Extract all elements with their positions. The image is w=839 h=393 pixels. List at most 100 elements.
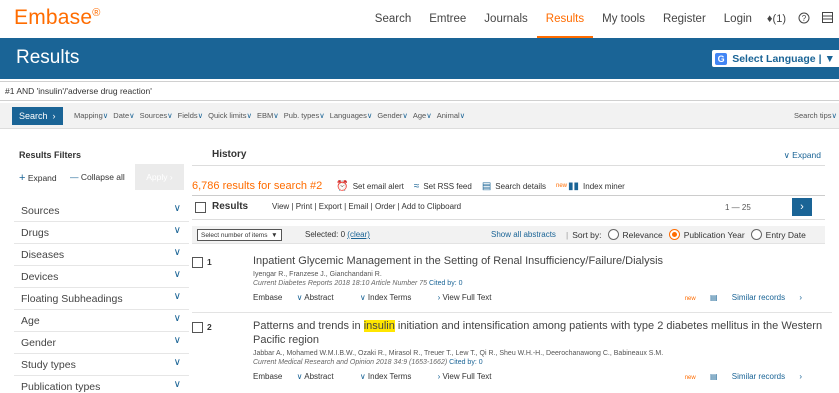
chevron-down-icon: ∨ (173, 357, 181, 368)
history-section: History ∨ Expand (192, 147, 825, 166)
abstract-toggle[interactable]: ∨ Abstract (297, 293, 346, 302)
select-language-label: Select Language (732, 52, 816, 65)
add-to-clipboard-button[interactable]: Add to Clipboard (402, 202, 462, 211)
apply-button[interactable]: Apply › (135, 164, 184, 190)
nav-register[interactable]: Register (654, 0, 715, 38)
result-authors: Iyengar R., Franzese J., Gianchandani R. (253, 271, 382, 278)
clear-selection-link[interactable]: (clear) (347, 230, 370, 239)
cited-by-link[interactable]: Cited by: 0 (449, 359, 482, 366)
filter-gender[interactable]: Gender∨ (377, 111, 408, 120)
select-language-button[interactable]: G Select Language | ▼ (712, 50, 839, 67)
nav-my-tools[interactable]: My tools (593, 0, 654, 38)
order-button[interactable]: Order (375, 202, 395, 211)
nav-search[interactable]: Search (366, 0, 420, 38)
chevron-down-icon: ▼ (824, 52, 835, 65)
facet-floating-subheadings[interactable]: Floating Subheadings ∨ (14, 288, 189, 310)
cited-by-link[interactable]: Cited by: 0 (429, 280, 462, 287)
nav-links: Search Emtree Journals Results My tools … (366, 0, 839, 38)
sort-publication-year-radio[interactable] (668, 229, 680, 240)
search-button[interactable]: Search › (12, 107, 63, 125)
result-number: 1 (207, 257, 212, 267)
facet-diseases[interactable]: Diseases ∨ (14, 244, 189, 266)
bar-chart-icon: ▮▮ (568, 180, 580, 192)
embase-link[interactable]: Embase (253, 293, 282, 302)
facet-age[interactable]: Age ∨ (14, 310, 189, 332)
filter-quick-limits[interactable]: Quick limits∨ (208, 111, 252, 120)
index-miner-button[interactable]: new ▮▮ Index miner (556, 181, 625, 192)
search-toolbar: Search › Mapping∨ Date∨ Sources∨ Fields∨… (0, 103, 839, 129)
filter-ebm[interactable]: EBM∨ (257, 111, 279, 120)
chevron-down-icon: ∨ (173, 379, 181, 390)
search-details-button[interactable]: ▤ Search details (482, 181, 546, 192)
results-filters-title: Results Filters (19, 150, 82, 160)
index-terms-toggle[interactable]: ∨ Index Terms (360, 372, 424, 381)
query-field[interactable]: #1 AND 'insulin'/'adverse drug reaction' (0, 81, 839, 101)
page-header: Results G Select Language | ▼ (0, 38, 839, 79)
view-full-text-link[interactable]: › View Full Text (438, 372, 504, 381)
chevron-down-icon: ∨ (173, 203, 181, 214)
top-navigation: Embase® Search Emtree Journals Results M… (0, 0, 839, 38)
select-all-checkbox[interactable] (195, 202, 206, 213)
search-tips-link[interactable]: Search tips∨ (794, 111, 837, 120)
sort-options: | Sort by: Relevance Publication Year Ent… (566, 229, 806, 240)
view-full-text-link[interactable]: › View Full Text (438, 293, 504, 302)
print-button[interactable]: Print (296, 202, 312, 211)
notifications-button[interactable]: ♦(1) (761, 13, 792, 25)
facet-drugs[interactable]: Drugs ∨ (14, 222, 189, 244)
help-circle-icon[interactable]: ? (792, 12, 816, 27)
filter-animal[interactable]: Animal∨ (437, 111, 465, 120)
filter-date[interactable]: Date∨ (113, 111, 134, 120)
next-page-button[interactable]: › (792, 198, 812, 216)
sort-toolbar: Select number of items ▼ Selected: 0 (cl… (192, 226, 825, 244)
menu-icon[interactable] (816, 12, 839, 26)
sort-relevance-radio[interactable] (607, 229, 619, 240)
show-all-abstracts-link[interactable]: Show all abstracts (491, 230, 556, 239)
index-terms-toggle[interactable]: ∨ Index Terms (360, 293, 424, 302)
facet-study-types[interactable]: Study types ∨ (14, 354, 189, 376)
view-button[interactable]: View (272, 202, 289, 211)
history-label: History (212, 149, 247, 160)
nav-results[interactable]: Results (536, 0, 594, 38)
facet-sources[interactable]: Sources ∨ (14, 200, 189, 222)
facet-publication-types[interactable]: Publication types ∨ (14, 376, 189, 393)
nav-journals[interactable]: Journals (475, 0, 536, 38)
result-title[interactable]: Inpatient Glycemic Management in the Set… (253, 254, 828, 268)
page-title: Results (16, 47, 80, 68)
export-button[interactable]: Export (319, 202, 342, 211)
result-checkbox[interactable] (192, 257, 203, 268)
filter-age[interactable]: Age∨ (413, 111, 432, 120)
similar-records-link[interactable]: new ▤ Similar records › (685, 372, 802, 381)
chevron-down-icon: ∨ (173, 313, 181, 324)
chevron-down-icon: ∨ (173, 335, 181, 346)
results-toolbar: Results View | Print | Export | Email | … (192, 195, 825, 220)
nav-emtree[interactable]: Emtree (420, 0, 475, 38)
embase-logo[interactable]: Embase® (14, 6, 101, 30)
abstract-toggle[interactable]: ∨ Abstract (297, 372, 346, 381)
result-source: Current Medical Research and Opinion 201… (253, 359, 483, 366)
facet-devices[interactable]: Devices ∨ (14, 266, 189, 288)
embase-link[interactable]: Embase (253, 372, 282, 381)
similar-records-link[interactable]: new ▤ Similar records › (685, 293, 802, 302)
filter-pub-types[interactable]: Pub. types∨ (284, 111, 325, 120)
filter-sources[interactable]: Sources∨ (140, 111, 173, 120)
notification-count: (1) (772, 13, 786, 25)
nav-login[interactable]: Login (715, 0, 761, 38)
result-checkbox[interactable] (192, 322, 203, 333)
items-per-page-select[interactable]: Select number of items ▼ (197, 229, 282, 241)
history-expand-button[interactable]: ∨ Expand (784, 150, 821, 161)
similar-icon: ▤ (709, 372, 718, 381)
rss-icon: ≈ (413, 180, 420, 192)
chevron-down-icon: ∨ (173, 269, 181, 280)
filter-languages[interactable]: Languages∨ (330, 111, 373, 120)
result-title[interactable]: Patterns and trends in insulin initiatio… (253, 319, 828, 347)
collapse-all-button[interactable]: — Collapse all (70, 172, 125, 182)
email-alert-button[interactable]: ⏰ Set email alert (336, 181, 404, 192)
email-button[interactable]: Email (348, 202, 368, 211)
rss-feed-button[interactable]: ≈ Set RSS feed (414, 181, 472, 192)
expand-button[interactable]: + Expand (19, 172, 57, 184)
pagination-range: 1 — 25 (725, 203, 751, 212)
filter-mapping[interactable]: Mapping∨ (74, 111, 108, 120)
facet-gender[interactable]: Gender ∨ (14, 332, 189, 354)
filter-fields[interactable]: Fields∨ (178, 111, 204, 120)
sort-entry-date-radio[interactable] (750, 229, 762, 240)
